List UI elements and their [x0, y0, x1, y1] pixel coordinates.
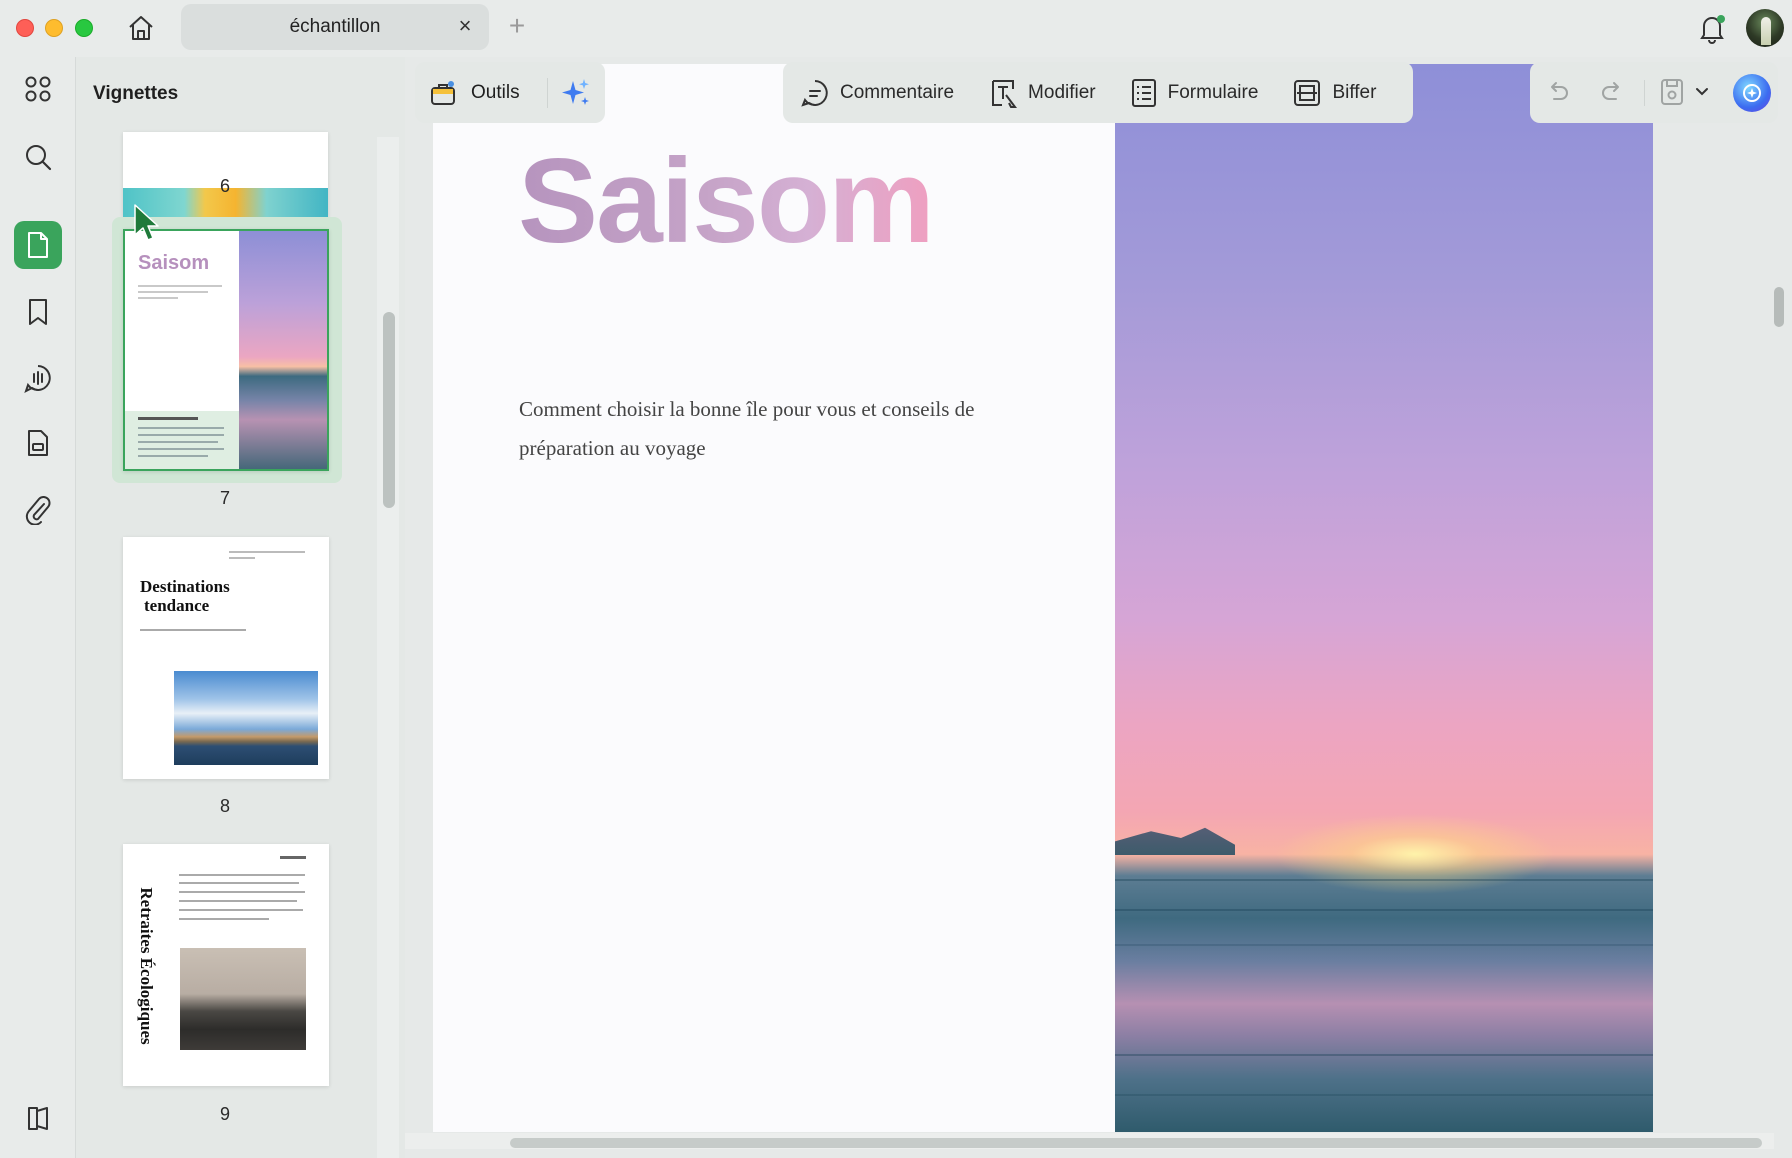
new-tab-button[interactable]: +: [503, 12, 531, 42]
document-tab[interactable]: échantillon ×: [181, 4, 489, 50]
thumbnail-heading: Retraites Écologiques: [137, 887, 156, 1045]
bookmark-icon[interactable]: [14, 288, 62, 336]
comment-icon: [801, 79, 828, 107]
thumbnail-number: 6: [219, 176, 230, 196]
edit-mode-toolbar: Commentaire Modifier Formulaire Biffer: [783, 62, 1413, 123]
commentaire-label: Commentaire: [840, 81, 955, 103]
thumbnails-panel: Vignettes 6 Saisom 7 Destinations tendan…: [76, 57, 405, 1158]
formulaire-button[interactable]: Formulaire: [1130, 77, 1259, 109]
undo-icon[interactable]: [1540, 74, 1576, 110]
grid-icon[interactable]: [14, 65, 62, 113]
thumbnail-image: [180, 948, 306, 1050]
minimize-window-button[interactable]: [45, 19, 63, 37]
actions-toolbar: [1530, 62, 1778, 123]
left-rail: [0, 57, 76, 1158]
toolbar-divider: [547, 78, 548, 108]
modifier-button[interactable]: Modifier: [988, 77, 1096, 109]
outils-label: Outils: [471, 82, 520, 103]
title-bar: échantillon × +: [0, 0, 1792, 57]
tab-title: échantillon: [289, 16, 381, 37]
redact-icon: [1294, 79, 1321, 106]
edit-text-icon: [992, 79, 1018, 108]
redo-icon[interactable]: [1594, 74, 1630, 110]
thumbnails-scrollbar[interactable]: [383, 312, 395, 508]
thumbnail-page-7[interactable]: Saisom: [123, 229, 329, 471]
thumbnails-scroll-track: [377, 137, 399, 1158]
sunset-image: [1115, 64, 1653, 1132]
home-icon[interactable]: [122, 10, 160, 46]
modifier-label: Modifier: [1028, 81, 1096, 103]
page-subtitle: Comment choisir la bonne île pour vous e…: [519, 397, 975, 460]
form-icon: [1131, 78, 1156, 107]
close-tab-icon[interactable]: ×: [453, 13, 477, 38]
search-icon[interactable]: [14, 133, 62, 181]
pages-icon[interactable]: [14, 221, 62, 269]
outils-button[interactable]: Outils: [429, 74, 520, 112]
thumbnail-heading: Saisom: [138, 252, 210, 274]
document-horizontal-scrollbar[interactable]: [510, 1138, 1762, 1148]
thumbnail-number: 8: [219, 796, 230, 816]
toolbox-icon: [431, 81, 455, 105]
panel-toggle-icon[interactable]: [14, 1094, 62, 1142]
thumbnail-page-9[interactable]: Retraites Écologiques: [123, 844, 329, 1086]
thumbnail-image: [174, 671, 318, 765]
document-vertical-scrollbar[interactable]: [1774, 287, 1784, 327]
notification-bell-icon[interactable]: [1695, 10, 1729, 46]
close-window-button[interactable]: [16, 19, 34, 37]
chevron-down-icon[interactable]: [1690, 74, 1714, 110]
thumbnail-number: 7: [219, 488, 230, 508]
document-page: Saisom Comment choisir la bonne île pour…: [433, 64, 1653, 1132]
ai-sparkle-icon[interactable]: [557, 74, 595, 112]
commentaire-button[interactable]: Commentaire: [800, 78, 954, 108]
page-headline: Saisom: [518, 134, 935, 268]
mouse-cursor: [133, 203, 161, 243]
paperclip-icon[interactable]: [14, 486, 62, 534]
comments-icon[interactable]: [14, 354, 62, 402]
thumbnails-title: Vignettes: [93, 83, 179, 104]
formulaire-label: Formulaire: [1167, 81, 1259, 103]
toolbar-divider: [1644, 80, 1645, 106]
ai-assistant-icon[interactable]: [1733, 74, 1771, 112]
thumbnail-image: [239, 231, 327, 469]
tools-toolbar: Outils: [415, 62, 605, 123]
zoom-window-button[interactable]: [75, 19, 93, 37]
attachment-page-icon[interactable]: [14, 419, 62, 467]
user-avatar[interactable]: [1746, 9, 1784, 47]
thumbnail-number: 9: [219, 1104, 230, 1124]
biffer-label: Biffer: [1332, 81, 1377, 103]
biffer-button[interactable]: Biffer: [1292, 78, 1376, 108]
thumbnail-page-8[interactable]: Destinations tendance: [123, 537, 329, 779]
save-icon[interactable]: [1654, 74, 1690, 110]
thumbnail-heading: Destinations tendance: [140, 577, 230, 615]
